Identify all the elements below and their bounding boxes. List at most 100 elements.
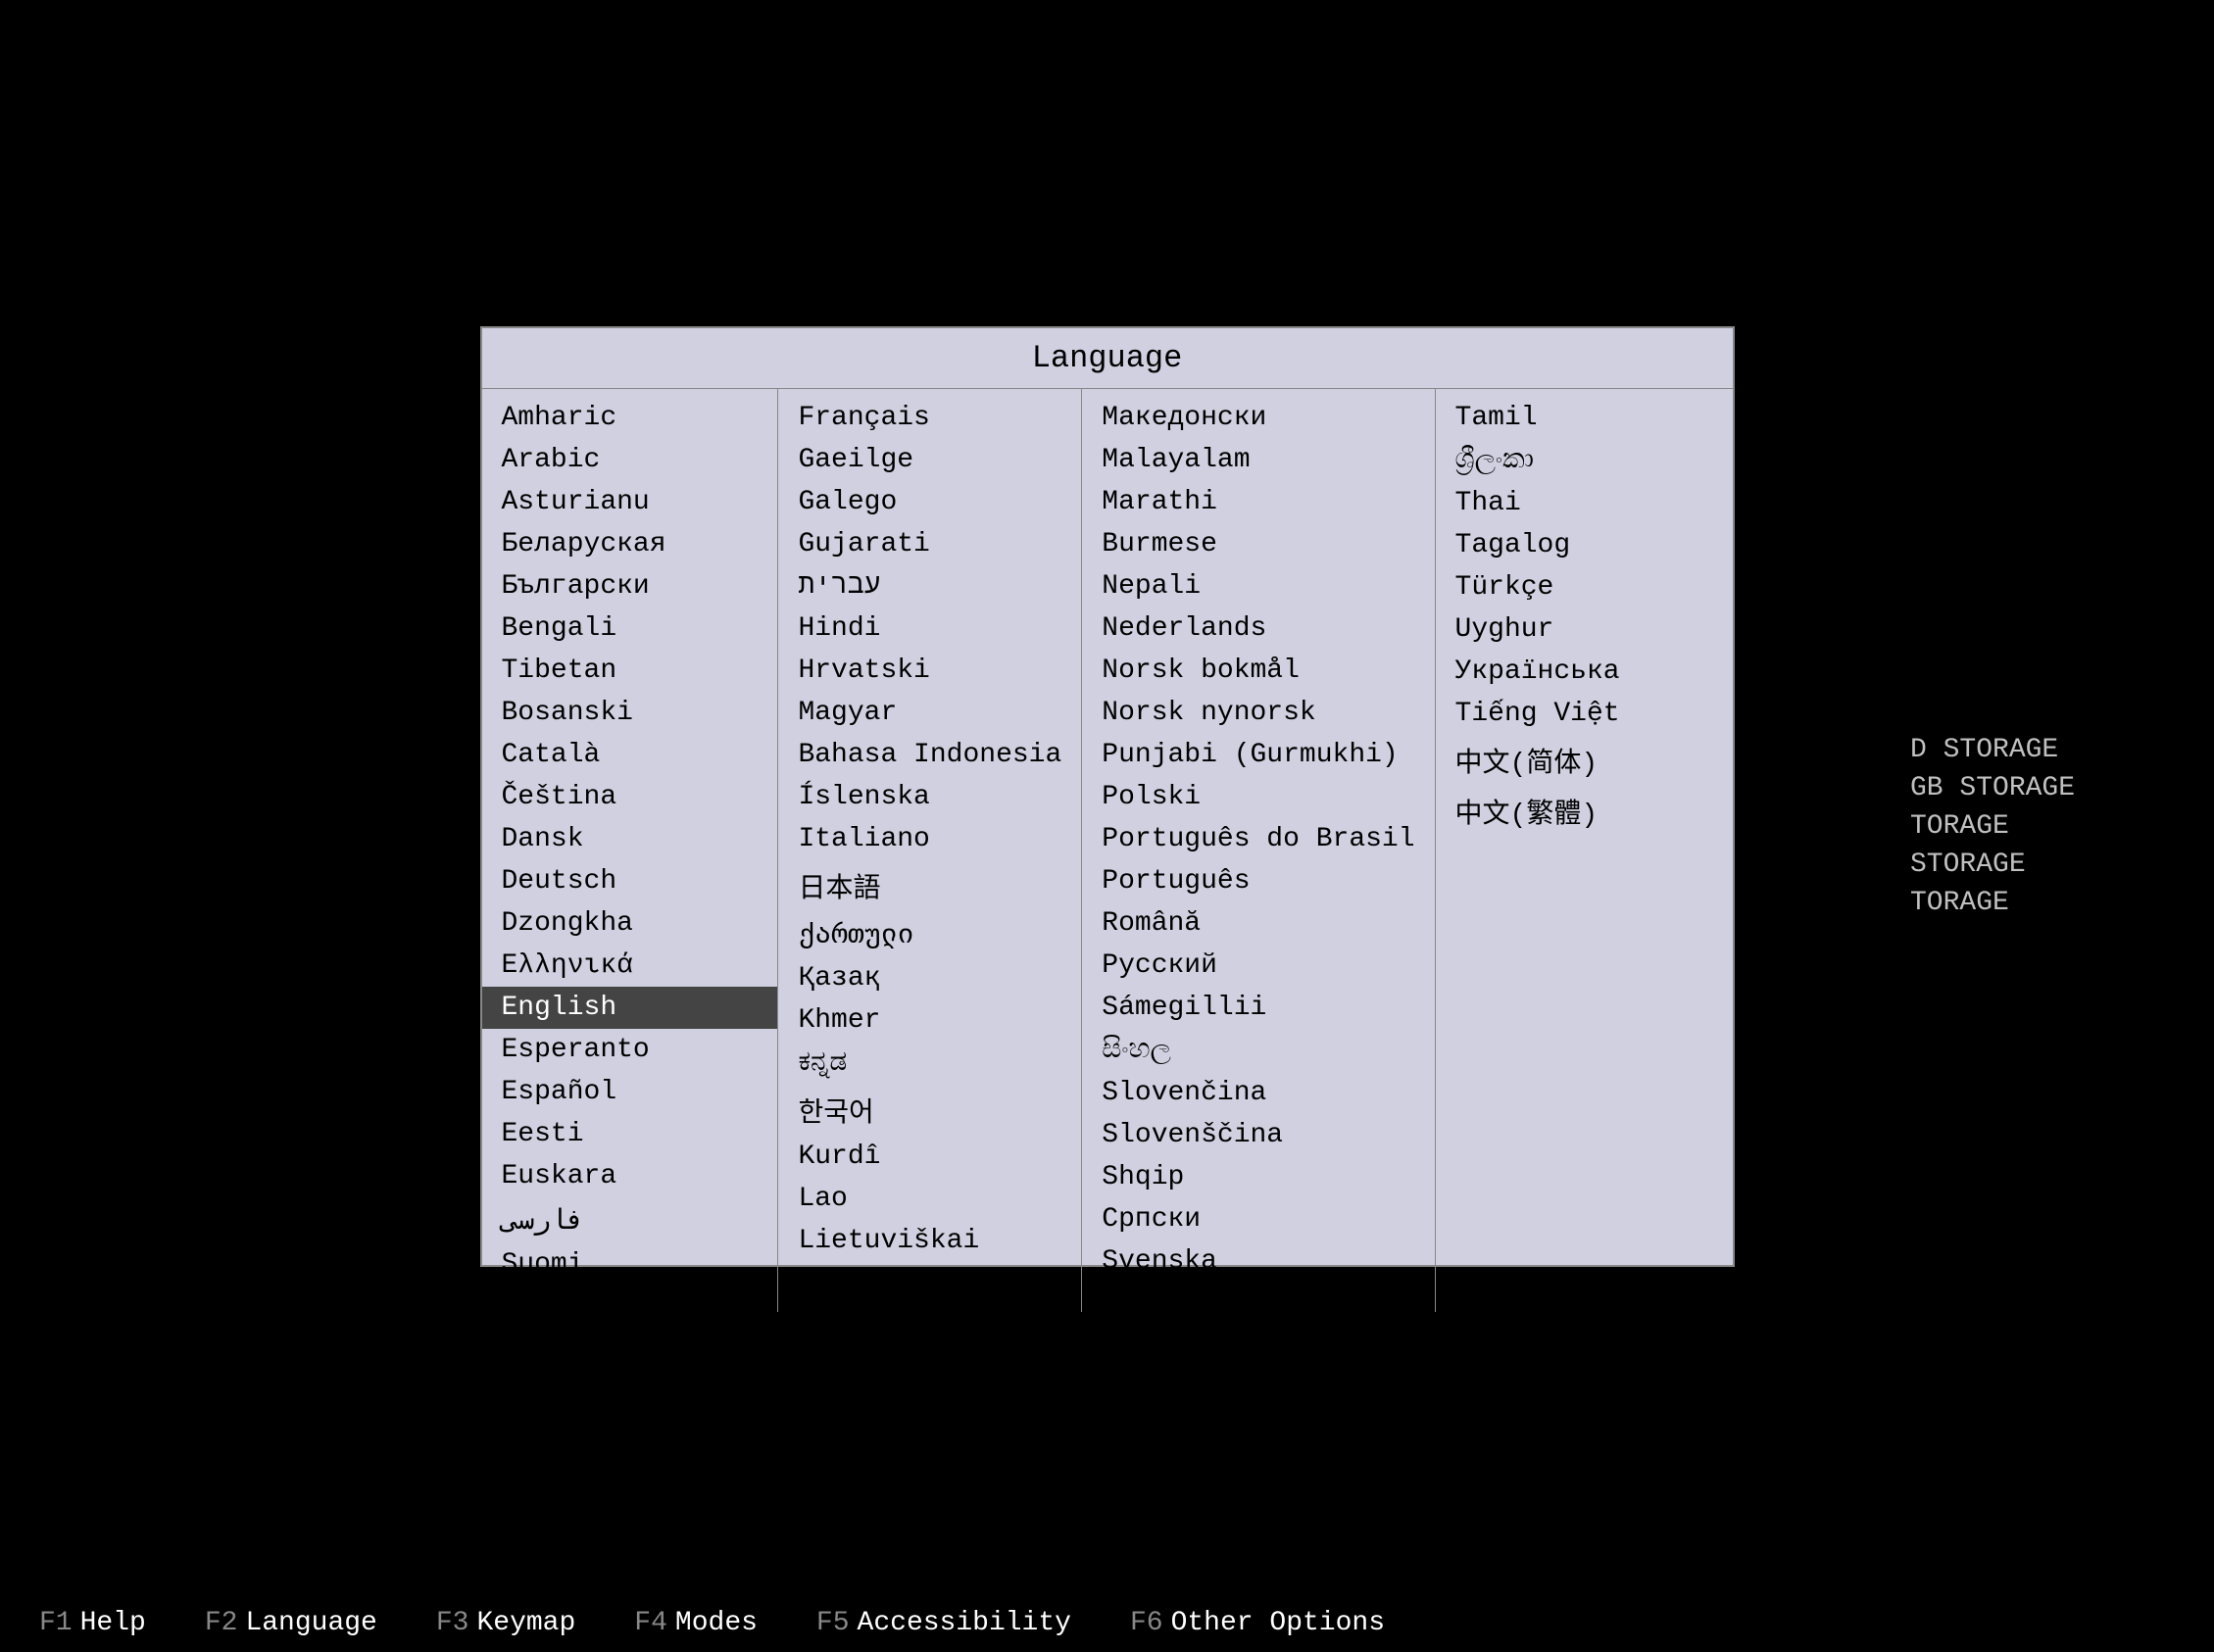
dialog-body: AmharicArabicAsturianuБеларускаяБългарск…	[482, 389, 1733, 1312]
lang-item[interactable]: Svenska	[1082, 1240, 1434, 1283]
lang-item[interactable]: Català	[482, 734, 778, 776]
lang-item[interactable]: Slovenčina	[1082, 1072, 1434, 1114]
lang-item[interactable]: Nepali	[1082, 565, 1434, 607]
lang-item[interactable]: Português	[1082, 860, 1434, 902]
fn-f4[interactable]: F4 Modes	[634, 1608, 758, 1638]
fn-f1[interactable]: F1Help	[39, 1608, 146, 1638]
lang-item[interactable]: Esperanto	[482, 1029, 778, 1071]
fn-f5[interactable]: F5 Accessibility	[816, 1608, 1071, 1638]
lang-item[interactable]: Punjabi (Gurmukhi)	[1082, 734, 1434, 776]
lang-col-3: Tamilශ්‍රීලංකාThaiTagalogTürkçeUyghurУкр…	[1436, 389, 1733, 1312]
lang-item[interactable]: Marathi	[1082, 481, 1434, 523]
fn-key-label: F2	[205, 1608, 238, 1638]
lang-item[interactable]: Arabic	[482, 439, 778, 481]
lang-item[interactable]: Polski	[1082, 776, 1434, 818]
lang-item[interactable]: Tibetan	[482, 650, 778, 692]
lang-item[interactable]: Thai	[1436, 482, 1733, 524]
fn-key-label: F4	[634, 1608, 667, 1638]
fn-key-label: F6	[1130, 1608, 1163, 1638]
lang-item[interactable]: Türkçe	[1436, 566, 1733, 608]
dialog-title: Language	[482, 328, 1733, 389]
lang-item[interactable]: Sámegillii	[1082, 987, 1434, 1029]
lang-item[interactable]: English	[482, 987, 778, 1029]
lang-item[interactable]: Norsk bokmål	[1082, 650, 1434, 692]
lang-item[interactable]: ශ්‍රීලංකා	[1436, 439, 1733, 482]
lang-item[interactable]: Gujarati	[778, 523, 1081, 565]
dialog-overlay: Language AmharicArabicAsturianuБеларуска…	[0, 0, 2214, 1593]
lang-item[interactable]: Dansk	[482, 818, 778, 860]
fn-f2[interactable]: F2Language	[205, 1608, 377, 1638]
fn-label: Other Options	[1171, 1608, 1385, 1638]
lang-item[interactable]: Kurdî	[778, 1136, 1081, 1178]
lang-item[interactable]: Tamil	[1436, 397, 1733, 439]
lang-item[interactable]: Italiano	[778, 818, 1081, 860]
lang-item[interactable]: Galego	[778, 481, 1081, 523]
lang-item[interactable]: Dzongkha	[482, 902, 778, 945]
fn-key-label: F3	[436, 1608, 469, 1638]
lang-item[interactable]: Shqip	[1082, 1156, 1434, 1198]
lang-item[interactable]: Македонски	[1082, 397, 1434, 439]
function-bar: F1Help F2Language F3Keymap F4 Modes F5 Accessi…	[0, 1593, 2214, 1652]
lang-item[interactable]: 中文(简体)	[1436, 735, 1733, 786]
lang-item[interactable]: Lietuviškai	[778, 1220, 1081, 1262]
lang-item[interactable]: Português do Brasil	[1082, 818, 1434, 860]
fn-key-label: F1	[39, 1608, 73, 1638]
lang-col-1: FrançaisGaeilgeGalegoGujaratiעבריתHindiH…	[778, 389, 1082, 1312]
lang-item[interactable]: Français	[778, 397, 1081, 439]
lang-item[interactable]: ಕನ್ನಡ	[778, 1042, 1081, 1085]
lang-item[interactable]: Amharic	[482, 397, 778, 439]
lang-item[interactable]: Tiếng Việt	[1436, 693, 1733, 735]
lang-item[interactable]: Latviski	[778, 1262, 1081, 1304]
lang-item[interactable]: Malayalam	[1082, 439, 1434, 481]
lang-item[interactable]: Српски	[1082, 1198, 1434, 1240]
lang-item[interactable]: Български	[482, 565, 778, 607]
lang-item[interactable]: עברית	[778, 565, 1081, 607]
lang-item[interactable]: Nederlands	[1082, 607, 1434, 650]
lang-item[interactable]: Lao	[778, 1178, 1081, 1220]
lang-item[interactable]: Magyar	[778, 692, 1081, 734]
fn-label: Accessibility	[858, 1608, 1071, 1638]
lang-item[interactable]: Asturianu	[482, 481, 778, 523]
lang-item[interactable]: Uyghur	[1436, 608, 1733, 651]
lang-col-0: AmharicArabicAsturianuБеларускаяБългарск…	[482, 389, 779, 1312]
lang-item[interactable]: Español	[482, 1071, 778, 1113]
lang-item[interactable]: Čeština	[482, 776, 778, 818]
lang-item[interactable]: Bengali	[482, 607, 778, 650]
lang-item[interactable]: Euskara	[482, 1155, 778, 1197]
lang-item[interactable]: Bahasa Indonesia	[778, 734, 1081, 776]
lang-item[interactable]: Hindi	[778, 607, 1081, 650]
fn-label: Language	[245, 1608, 376, 1638]
lang-item[interactable]: ქართული	[778, 911, 1081, 957]
lang-item[interactable]: Suomi	[482, 1243, 778, 1286]
lang-item[interactable]: Norsk nynorsk	[1082, 692, 1434, 734]
lang-item[interactable]: Khmer	[778, 999, 1081, 1042]
lang-item[interactable]: Gaeilge	[778, 439, 1081, 481]
lang-col-2: МакедонскиMalayalamMarathiBurmeseNepaliN…	[1082, 389, 1435, 1312]
lang-item[interactable]: Deutsch	[482, 860, 778, 902]
lang-item[interactable]: Ελληνικά	[482, 945, 778, 987]
fn-key-label: F5	[816, 1608, 850, 1638]
lang-item[interactable]: Română	[1082, 902, 1434, 945]
lang-item[interactable]: Íslenska	[778, 776, 1081, 818]
lang-item[interactable]: Slovenščina	[1082, 1114, 1434, 1156]
language-dialog: Language AmharicArabicAsturianuБеларуска…	[480, 326, 1735, 1267]
lang-item[interactable]: Tagalog	[1436, 524, 1733, 566]
fn-label: Keymap	[476, 1608, 575, 1638]
lang-item[interactable]: සිංහල	[1082, 1029, 1434, 1072]
lang-item[interactable]: Русский	[1082, 945, 1434, 987]
lang-item[interactable]: Burmese	[1082, 523, 1434, 565]
lang-item[interactable]: Українська	[1436, 651, 1733, 693]
lang-item[interactable]: Eesti	[482, 1113, 778, 1155]
lang-item[interactable]: فارسی	[482, 1197, 778, 1243]
fn-f3[interactable]: F3Keymap	[436, 1608, 575, 1638]
lang-item[interactable]: 中文(繁體)	[1436, 786, 1733, 837]
fn-label: Help	[80, 1608, 146, 1638]
lang-item[interactable]: Hrvatski	[778, 650, 1081, 692]
lang-item[interactable]: 日本語	[778, 860, 1081, 911]
lang-item[interactable]: Беларуская	[482, 523, 778, 565]
fn-f6[interactable]: F6 Other Options	[1130, 1608, 1385, 1638]
lang-item[interactable]: Bosanski	[482, 692, 778, 734]
lang-item[interactable]: 한국어	[778, 1085, 1081, 1136]
lang-item[interactable]: Қазақ	[778, 957, 1081, 999]
fn-label: Modes	[675, 1608, 758, 1638]
